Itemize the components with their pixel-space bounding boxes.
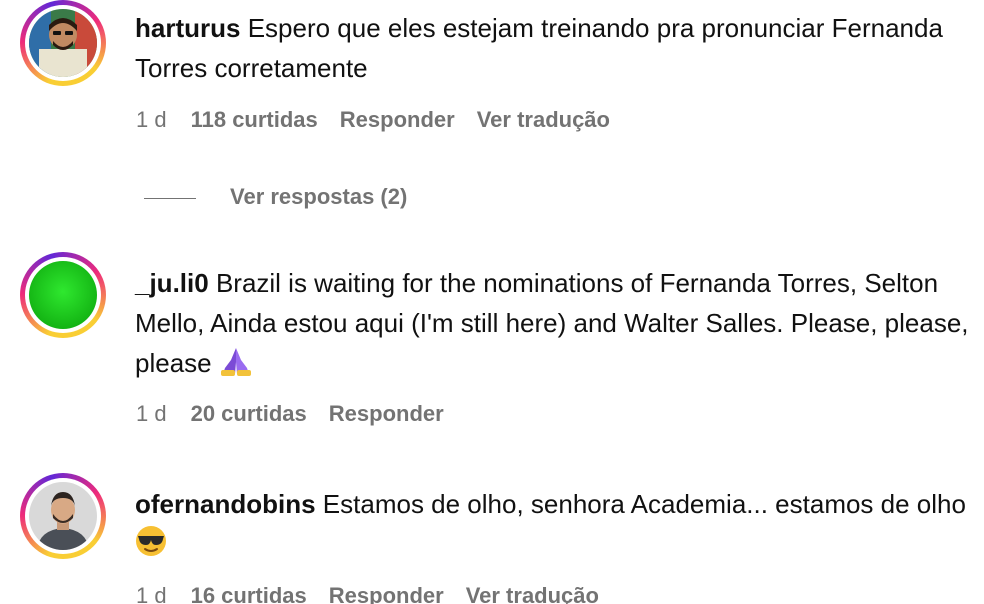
reply-button[interactable]: Responder <box>329 583 444 604</box>
comment-text: ofernandobins Estamos de olho, senhora A… <box>135 484 974 568</box>
view-replies-button[interactable]: Ver respostas (2) <box>144 182 407 212</box>
reply-button[interactable]: Responder <box>329 401 444 426</box>
avatar[interactable] <box>20 252 106 338</box>
view-replies-label[interactable]: Ver respostas (2) <box>230 184 407 209</box>
comment-time[interactable]: 1 d <box>136 583 167 604</box>
comment-body: Brazil is waiting for the nominations of… <box>135 268 969 378</box>
comment-body: Estamos de olho, senhora Academia... est… <box>322 489 966 519</box>
replies-divider <box>144 197 196 199</box>
user-photo-icon <box>29 482 97 550</box>
folded-hands-emoji-icon <box>219 346 253 387</box>
avatar[interactable] <box>20 0 106 86</box>
comment-time[interactable]: 1 d <box>136 107 167 132</box>
green-circle-icon <box>29 261 97 329</box>
avatar[interactable] <box>20 473 106 559</box>
comment-meta: 1 d 118 curtidas Responder Ver tradução <box>136 105 632 135</box>
comment-body: Espero que eles estejam treinando pra pr… <box>135 13 943 83</box>
comment-username[interactable]: ofernandobins <box>135 489 316 519</box>
likes-count[interactable]: 16 curtidas <box>191 583 307 604</box>
sunglasses-emoji-icon <box>135 525 167 568</box>
user-photo-icon <box>29 9 97 77</box>
comment-meta: 1 d 16 curtidas Responder Ver tradução <box>136 581 621 604</box>
reply-button[interactable]: Responder <box>340 107 455 132</box>
comment-text: _ju.li0 Brazil is waiting for the nomina… <box>135 263 974 387</box>
comment-username[interactable]: harturus <box>135 13 240 43</box>
translate-button[interactable]: Ver tradução <box>477 107 610 132</box>
likes-count[interactable]: 20 curtidas <box>191 401 307 426</box>
translate-button[interactable]: Ver tradução <box>466 583 599 604</box>
comment-time[interactable]: 1 d <box>136 401 167 426</box>
comments-list: harturus Espero que eles estejam treinan… <box>0 0 984 604</box>
likes-count[interactable]: 118 curtidas <box>191 107 318 132</box>
comment-text: harturus Espero que eles estejam treinan… <box>135 8 974 88</box>
comment-username[interactable]: _ju.li0 <box>135 268 209 298</box>
comment-meta: 1 d 20 curtidas Responder <box>136 399 466 429</box>
